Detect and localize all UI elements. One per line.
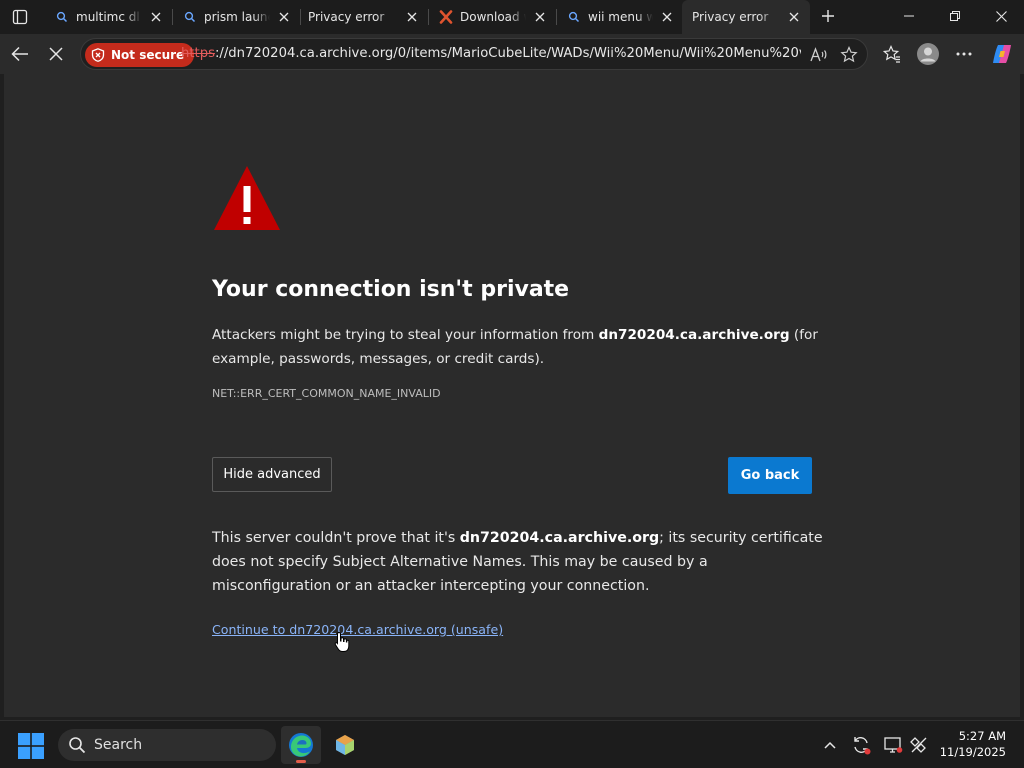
show-hidden-icons-button[interactable] <box>818 733 842 757</box>
search-icon <box>566 9 582 25</box>
display-icon <box>884 737 903 753</box>
close-tab-icon[interactable] <box>530 7 550 27</box>
browser-toolbar: Not secure https://dn720204.ca.archive.o… <box>0 34 1024 74</box>
continue-unsafe-link[interactable]: Continue to dn720204.ca.archive.org (uns… <box>212 622 503 637</box>
windows-start-icon[interactable] <box>18 733 44 759</box>
settings-menu-button[interactable] <box>948 38 980 70</box>
tab-title: wii menu wa <box>588 10 653 24</box>
favorites-icon <box>883 45 900 63</box>
profile-button[interactable] <box>912 38 944 70</box>
tab-actions-button[interactable] <box>6 3 34 31</box>
taskbar: Search 5:27 AM 11/19/2025 <box>0 720 1024 768</box>
more-dots-icon <box>956 52 972 56</box>
tab-4[interactable]: wii menu wa <box>556 3 683 31</box>
taskbar-search[interactable]: Search <box>58 729 276 761</box>
close-tab-icon[interactable] <box>146 7 166 27</box>
minimize-icon <box>904 15 914 17</box>
chevron-up-icon <box>824 741 836 749</box>
tab-1[interactable]: prism launch <box>172 3 300 31</box>
restore-button[interactable] <box>932 0 978 32</box>
warning-description: Attackers might be trying to steal your … <box>212 323 824 371</box>
stop-x-icon <box>49 47 63 61</box>
clock-date: 11/19/2025 <box>939 745 1006 759</box>
close-tab-icon[interactable] <box>657 7 677 27</box>
back-button[interactable] <box>4 38 36 70</box>
hide-advanced-button[interactable]: Hide advanced <box>212 457 332 492</box>
shield-warning-icon <box>91 48 105 62</box>
running-indicator <box>296 760 306 763</box>
address-bar[interactable]: Not secure https://dn720204.ca.archive.o… <box>80 38 868 70</box>
tab-2[interactable]: Privacy error <box>298 3 428 31</box>
search-label: Search <box>94 737 143 753</box>
close-tab-icon[interactable] <box>274 7 294 27</box>
tray-display-button[interactable] <box>881 733 905 757</box>
tray-network-button[interactable] <box>907 733 931 757</box>
tab-title: Privacy error <box>308 10 385 24</box>
tab-title: Download w <box>460 10 526 24</box>
tray-sync-button[interactable] <box>849 733 873 757</box>
cube-app-icon <box>336 735 354 755</box>
tab-strip: multimc dl - prism launch Privacy error … <box>0 0 1024 34</box>
host-name: dn720204.ca.archive.org <box>459 530 660 546</box>
not-secure-chip[interactable]: Not secure <box>85 43 195 67</box>
error-code[interactable]: NET::ERR_CERT_COMMON_NAME_INVALID <box>212 387 441 400</box>
taskbar-app-cube[interactable] <box>325 726 365 764</box>
go-back-button[interactable]: Go back <box>728 457 812 494</box>
plus-icon <box>822 10 834 22</box>
close-window-button[interactable] <box>978 0 1024 32</box>
minimize-button[interactable] <box>886 0 932 32</box>
not-secure-label: Not secure <box>111 48 185 62</box>
tab-3[interactable]: Download w <box>428 3 556 31</box>
restore-icon <box>950 11 960 21</box>
copilot-button[interactable] <box>986 38 1018 70</box>
copilot-icon <box>993 45 1011 63</box>
close-icon <box>995 10 1007 22</box>
read-aloud-button[interactable] <box>808 44 830 66</box>
warning-text: Attackers might be trying to steal your … <box>212 327 599 343</box>
edge-icon <box>289 733 313 757</box>
sync-alert-icon <box>854 737 871 755</box>
x-logo-icon <box>438 9 454 25</box>
advanced-description: This server couldn't prove that it's dn7… <box>212 526 824 598</box>
tab-0[interactable]: multimc dl - <box>44 3 172 31</box>
tab-5-active[interactable]: Privacy error <box>682 0 810 34</box>
taskbar-edge[interactable] <box>281 726 321 764</box>
hand-cursor-icon <box>334 631 350 652</box>
favorites-button[interactable] <box>876 38 908 70</box>
arrow-left-icon <box>11 46 28 62</box>
host-name: dn720204.ca.archive.org <box>598 327 790 343</box>
page-title: Your connection isn't private <box>212 277 570 302</box>
url-path: ://dn720204.ca.archive.org/0/items/Mario… <box>214 46 801 61</box>
new-tab-button[interactable] <box>815 3 841 29</box>
tab-title: prism launch <box>204 10 270 24</box>
tab-title: Privacy error <box>692 10 769 24</box>
close-tab-icon[interactable] <box>402 7 422 27</box>
warning-triangle-icon <box>214 166 280 230</box>
star-plus-icon <box>840 46 858 63</box>
favorite-star-button[interactable] <box>838 44 860 66</box>
search-icon <box>182 9 198 25</box>
system-clock[interactable]: 5:27 AM 11/19/2025 <box>940 728 1006 760</box>
stop-loading-button[interactable] <box>40 38 72 70</box>
search-icon <box>68 736 86 754</box>
tab-title: multimc dl - <box>76 10 142 24</box>
error-page: Your connection isn't private Attackers … <box>4 74 1020 717</box>
url-text[interactable]: https://dn720204.ca.archive.org/0/items/… <box>181 46 801 61</box>
close-tab-icon[interactable] <box>784 7 804 27</box>
network-offline-icon <box>910 737 927 753</box>
url-scheme: https <box>181 46 215 61</box>
clock-time: 5:27 AM <box>958 729 1006 743</box>
search-icon <box>54 9 70 25</box>
read-aloud-icon <box>810 47 827 62</box>
advanced-text: This server couldn't prove that it's <box>212 530 460 546</box>
tab-actions-icon <box>12 9 28 25</box>
avatar-icon <box>917 43 939 65</box>
